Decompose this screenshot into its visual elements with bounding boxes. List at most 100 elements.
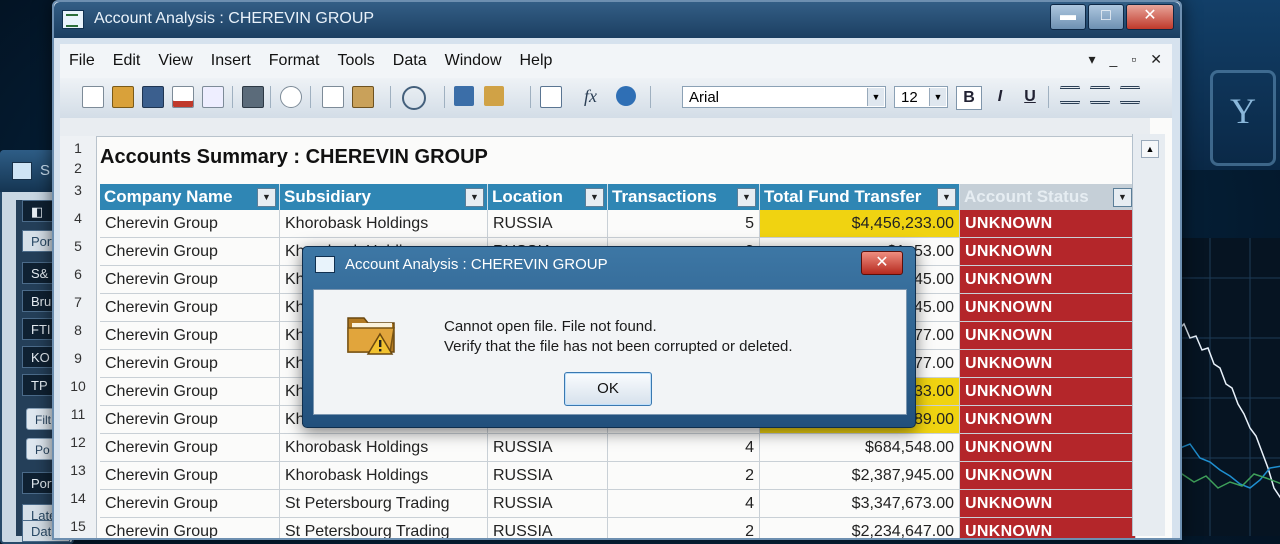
table-cell[interactable]: Cherevin Group: [100, 210, 280, 238]
menu-file[interactable]: File: [60, 52, 104, 70]
filter-dropdown-icon[interactable]: ▼: [465, 188, 484, 207]
filter-dropdown-icon[interactable]: ▼: [257, 188, 276, 207]
table-cell[interactable]: Khorobask Holdings: [280, 210, 488, 238]
table-cell[interactable]: St Petersbourg Trading: [280, 518, 488, 538]
filter-dropdown-icon[interactable]: ▼: [937, 188, 956, 207]
table-cell[interactable]: Cherevin Group: [100, 350, 280, 378]
chevron-down-icon[interactable]: ▼: [929, 88, 946, 106]
row-number[interactable]: 7: [60, 294, 96, 310]
column-header[interactable]: Transactions ▼: [608, 184, 760, 210]
borders-icon[interactable]: [540, 86, 562, 108]
undo-icon[interactable]: [402, 86, 426, 110]
close-window-button[interactable]: ✕: [1126, 4, 1174, 30]
spellcheck-icon[interactable]: [454, 86, 474, 106]
table-cell[interactable]: $3,347,673.00: [760, 490, 960, 518]
table-cell[interactable]: 5: [608, 210, 760, 238]
print-preview-icon[interactable]: [280, 86, 302, 108]
menu-data[interactable]: Data: [384, 52, 436, 70]
table-cell[interactable]: Cherevin Group: [100, 378, 280, 406]
table-cell[interactable]: UNKNOWN: [960, 294, 1136, 322]
underline-button[interactable]: U: [1018, 86, 1042, 108]
row-number[interactable]: 4: [60, 210, 96, 226]
email-icon[interactable]: [202, 86, 224, 108]
table-cell[interactable]: Cherevin Group: [100, 434, 280, 462]
table-cell[interactable]: 4: [608, 490, 760, 518]
table-cell[interactable]: UNKNOWN: [960, 518, 1136, 538]
font-name-select[interactable]: Arial ▼: [682, 86, 886, 108]
row-number[interactable]: 9: [60, 350, 96, 366]
font-size-select[interactable]: 12 ▼: [894, 86, 948, 108]
copy-icon[interactable]: [322, 86, 344, 108]
doc-menu-arrow-icon[interactable]: ▾: [1088, 51, 1095, 68]
row-number[interactable]: 11: [60, 406, 96, 422]
column-header[interactable]: Company Name ▼: [100, 184, 280, 210]
table-cell[interactable]: UNKNOWN: [960, 434, 1136, 462]
menu-format[interactable]: Format: [260, 52, 329, 70]
ok-button[interactable]: OK: [564, 372, 652, 406]
table-cell[interactable]: UNKNOWN: [960, 490, 1136, 518]
table-cell[interactable]: RUSSIA: [488, 518, 608, 538]
row-number[interactable]: 13: [60, 462, 96, 478]
table-cell[interactable]: UNKNOWN: [960, 210, 1136, 238]
permission-icon[interactable]: [172, 86, 194, 108]
align-right-icon[interactable]: [1120, 86, 1140, 104]
bold-button[interactable]: B: [956, 86, 982, 110]
table-cell[interactable]: Cherevin Group: [100, 518, 280, 538]
scroll-up-icon[interactable]: ▲: [1141, 140, 1159, 158]
help-icon[interactable]: [616, 86, 636, 106]
research-icon[interactable]: [484, 86, 504, 106]
table-cell[interactable]: 2: [608, 518, 760, 538]
column-header[interactable]: Total Fund Transfer ▼: [760, 184, 960, 210]
column-header[interactable]: Subsidiary ▼: [280, 184, 488, 210]
menu-tools[interactable]: Tools: [328, 52, 383, 70]
table-cell[interactable]: UNKNOWN: [960, 322, 1136, 350]
function-icon[interactable]: fx: [584, 86, 604, 106]
table-cell[interactable]: 2: [608, 462, 760, 490]
menu-insert[interactable]: Insert: [202, 52, 260, 70]
save-icon[interactable]: [142, 86, 164, 108]
menu-view[interactable]: View: [149, 52, 201, 70]
dialog-close-button[interactable]: ✕: [861, 251, 903, 275]
row-number[interactable]: 5: [60, 238, 96, 254]
table-cell[interactable]: RUSSIA: [488, 434, 608, 462]
doc-restore-button[interactable]: ▫: [1131, 51, 1136, 68]
table-cell[interactable]: Cherevin Group: [100, 294, 280, 322]
align-center-icon[interactable]: [1090, 86, 1110, 104]
menu-help[interactable]: Help: [511, 52, 562, 70]
table-cell[interactable]: UNKNOWN: [960, 350, 1136, 378]
row-number[interactable]: 10: [60, 378, 96, 394]
table-cell[interactable]: Khorobask Holdings: [280, 434, 488, 462]
table-cell[interactable]: $684,548.00: [760, 434, 960, 462]
row-number[interactable]: 2: [60, 160, 96, 176]
row-number[interactable]: 8: [60, 322, 96, 338]
vertical-scrollbar[interactable]: ▲: [1132, 134, 1165, 536]
table-cell[interactable]: 4: [608, 434, 760, 462]
row-number[interactable]: 3: [60, 182, 96, 198]
table-cell[interactable]: Cherevin Group: [100, 490, 280, 518]
minimize-button[interactable]: ▬: [1050, 4, 1086, 30]
align-left-icon[interactable]: [1060, 86, 1080, 104]
table-cell[interactable]: UNKNOWN: [960, 266, 1136, 294]
doc-minimize-button[interactable]: _: [1110, 51, 1118, 68]
paste-icon[interactable]: [352, 86, 374, 108]
table-cell[interactable]: Cherevin Group: [100, 266, 280, 294]
table-cell[interactable]: UNKNOWN: [960, 238, 1136, 266]
table-cell[interactable]: UNKNOWN: [960, 378, 1136, 406]
table-cell[interactable]: Cherevin Group: [100, 406, 280, 434]
table-cell[interactable]: Cherevin Group: [100, 238, 280, 266]
print-icon[interactable]: [242, 86, 264, 108]
table-cell[interactable]: RUSSIA: [488, 210, 608, 238]
row-number[interactable]: 15: [60, 518, 96, 534]
row-number[interactable]: 6: [60, 266, 96, 282]
row-number[interactable]: 1: [60, 140, 96, 156]
table-cell[interactable]: St Petersbourg Trading: [280, 490, 488, 518]
table-cell[interactable]: $2,234,647.00: [760, 518, 960, 538]
table-cell[interactable]: UNKNOWN: [960, 406, 1136, 434]
open-folder-icon[interactable]: [112, 86, 134, 108]
row-number[interactable]: 14: [60, 490, 96, 506]
column-header[interactable]: Location ▼: [488, 184, 608, 210]
row-number[interactable]: 12: [60, 434, 96, 450]
maximize-button[interactable]: □: [1088, 4, 1124, 30]
chevron-down-icon[interactable]: ▼: [867, 88, 884, 106]
menu-window[interactable]: Window: [436, 52, 511, 70]
